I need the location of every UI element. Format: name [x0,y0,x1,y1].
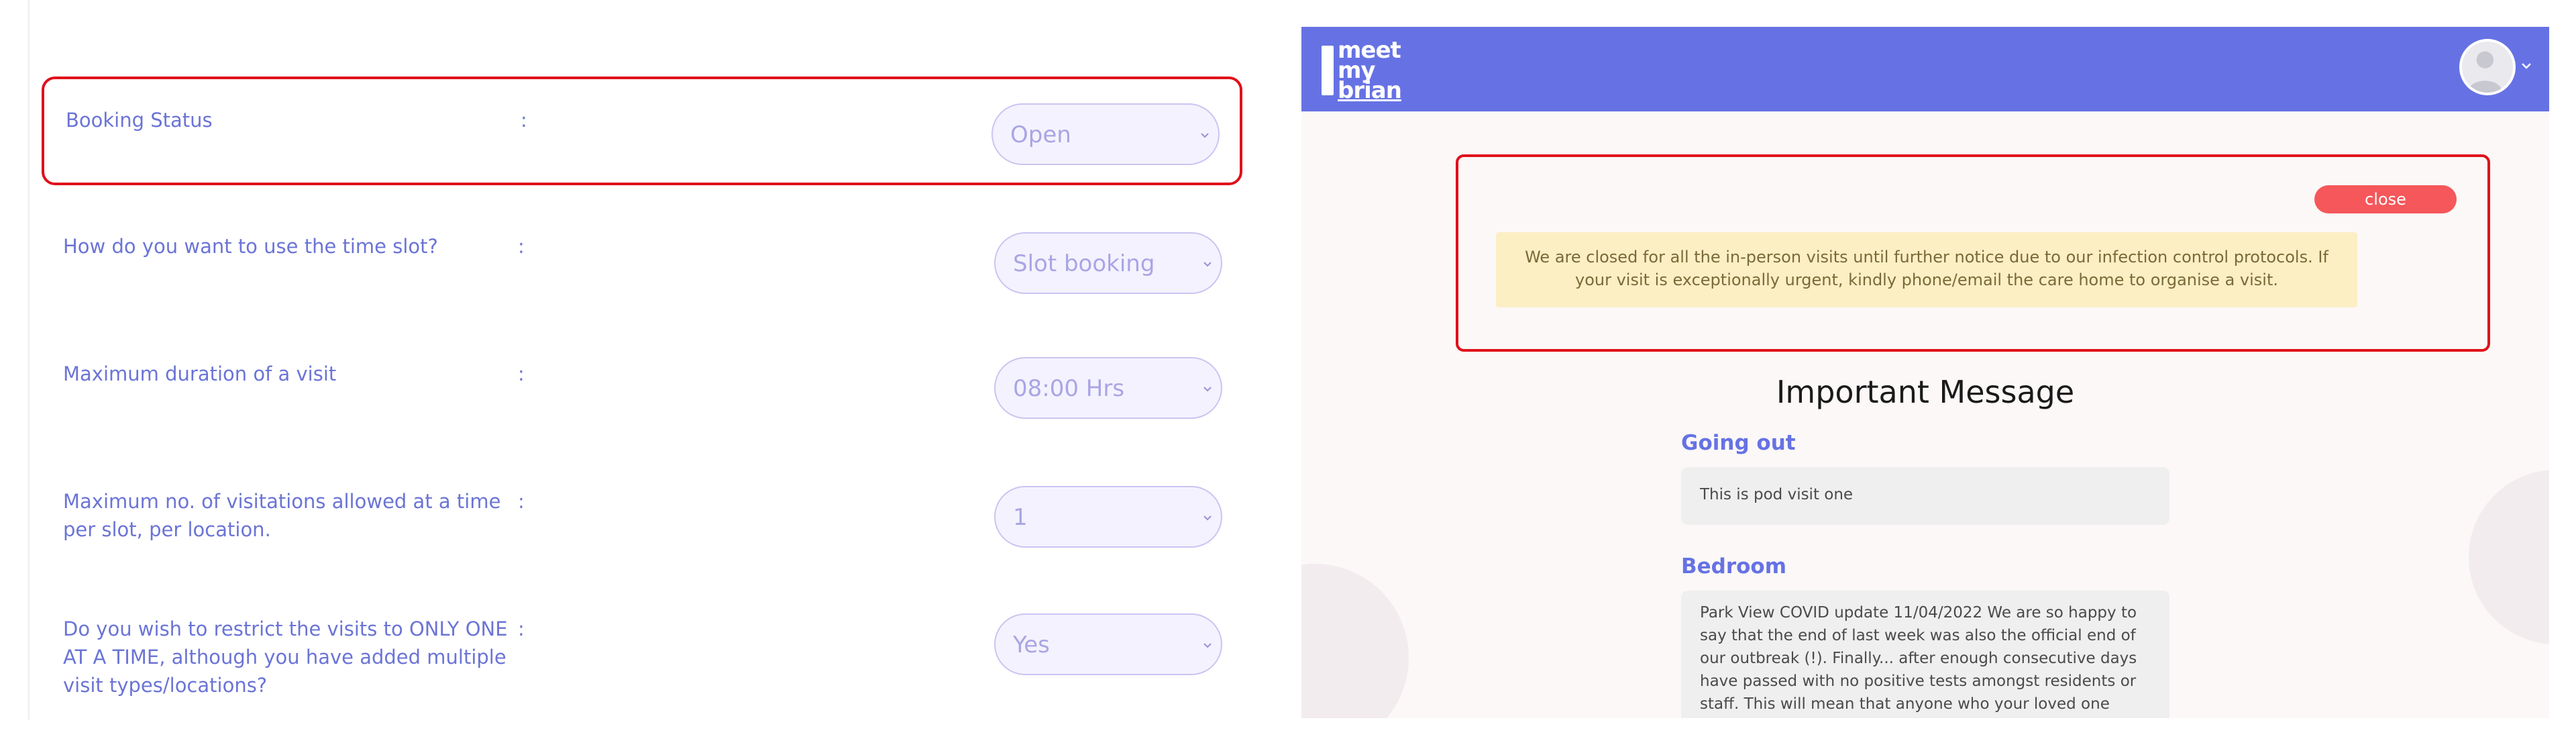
meetmybrian-logo[interactable]: meet my brian [1322,35,1409,102]
chevron-down-icon [1201,133,1209,138]
setting-colon: : [518,235,525,258]
max-duration-select[interactable]: 08:00 Hrs [994,357,1222,419]
setting-label: Maximum no. of visitations allowed at a … [63,490,501,541]
decorative-circle [1301,564,1409,718]
chevron-down-icon [1203,515,1212,521]
select-value: Yes [1013,632,1050,658]
app-preview-panel: meet my brian close We are closed for al… [1301,27,2549,718]
chevron-down-icon[interactable] [2521,62,2532,70]
user-avatar-icon [2468,51,2502,93]
logo-bar [1322,46,1334,95]
setting-label: How do you want to use the time slot? [63,235,438,258]
user-avatar[interactable] [2459,39,2516,95]
select-value: 1 [1013,504,1028,531]
time-slot-use-select[interactable]: Slot booking [994,232,1222,294]
setting-label: Booking Status [66,109,213,132]
closure-notice: close We are closed for all the in-perso… [1456,154,2490,352]
select-value: Slot booking [1013,250,1155,277]
booking-status-select[interactable]: Open [991,103,1220,165]
closure-message: We are closed for all the in-person visi… [1496,232,2357,307]
logo-text-brian: brian [1338,77,1402,104]
select-value: 08:00 Hrs [1013,375,1125,402]
app-header: meet my brian [1301,27,2549,111]
panel-divider [28,0,30,719]
setting-row-restrict-one-at-a-time: Do you wish to restrict the visits to ON… [42,588,1242,715]
setting-label: Maximum duration of a visit [63,362,337,385]
setting-colon: : [518,490,525,513]
message-box-going-out: This is pod visit one [1681,467,2169,525]
select-value: Open [1010,121,1071,148]
restrict-visits-select[interactable]: Yes [994,613,1222,675]
setting-row-booking-status: Booking Status : Open [42,77,1242,185]
booking-settings-panel: Booking Status : Open How do you want to… [0,0,1275,745]
important-message-title: Important Message [1776,374,2075,410]
decorative-circle [2469,470,2549,644]
setting-label: Do you wish to restrict the visits to ON… [63,617,508,697]
close-button[interactable]: close [2314,185,2457,213]
setting-colon: : [518,362,525,385]
chevron-down-icon [1203,262,1212,267]
chevron-down-icon [1203,387,1212,392]
max-visitations-select[interactable]: 1 [994,486,1222,548]
chevron-down-icon [1203,643,1212,648]
setting-row-max-duration: Maximum duration of a visit : 08:00 Hrs [42,333,1242,440]
section-heading-bedroom: Bedroom [1681,554,1787,579]
setting-colon: : [521,109,527,132]
setting-row-time-slot-use: How do you want to use the time slot? : … [42,205,1242,313]
section-heading-going-out: Going out [1681,431,1796,455]
setting-colon: : [518,617,525,640]
message-box-bedroom: Park View COVID update 11/04/2022 We are… [1681,591,2169,718]
setting-row-max-visitations: Maximum no. of visitations allowed at a … [42,460,1242,568]
